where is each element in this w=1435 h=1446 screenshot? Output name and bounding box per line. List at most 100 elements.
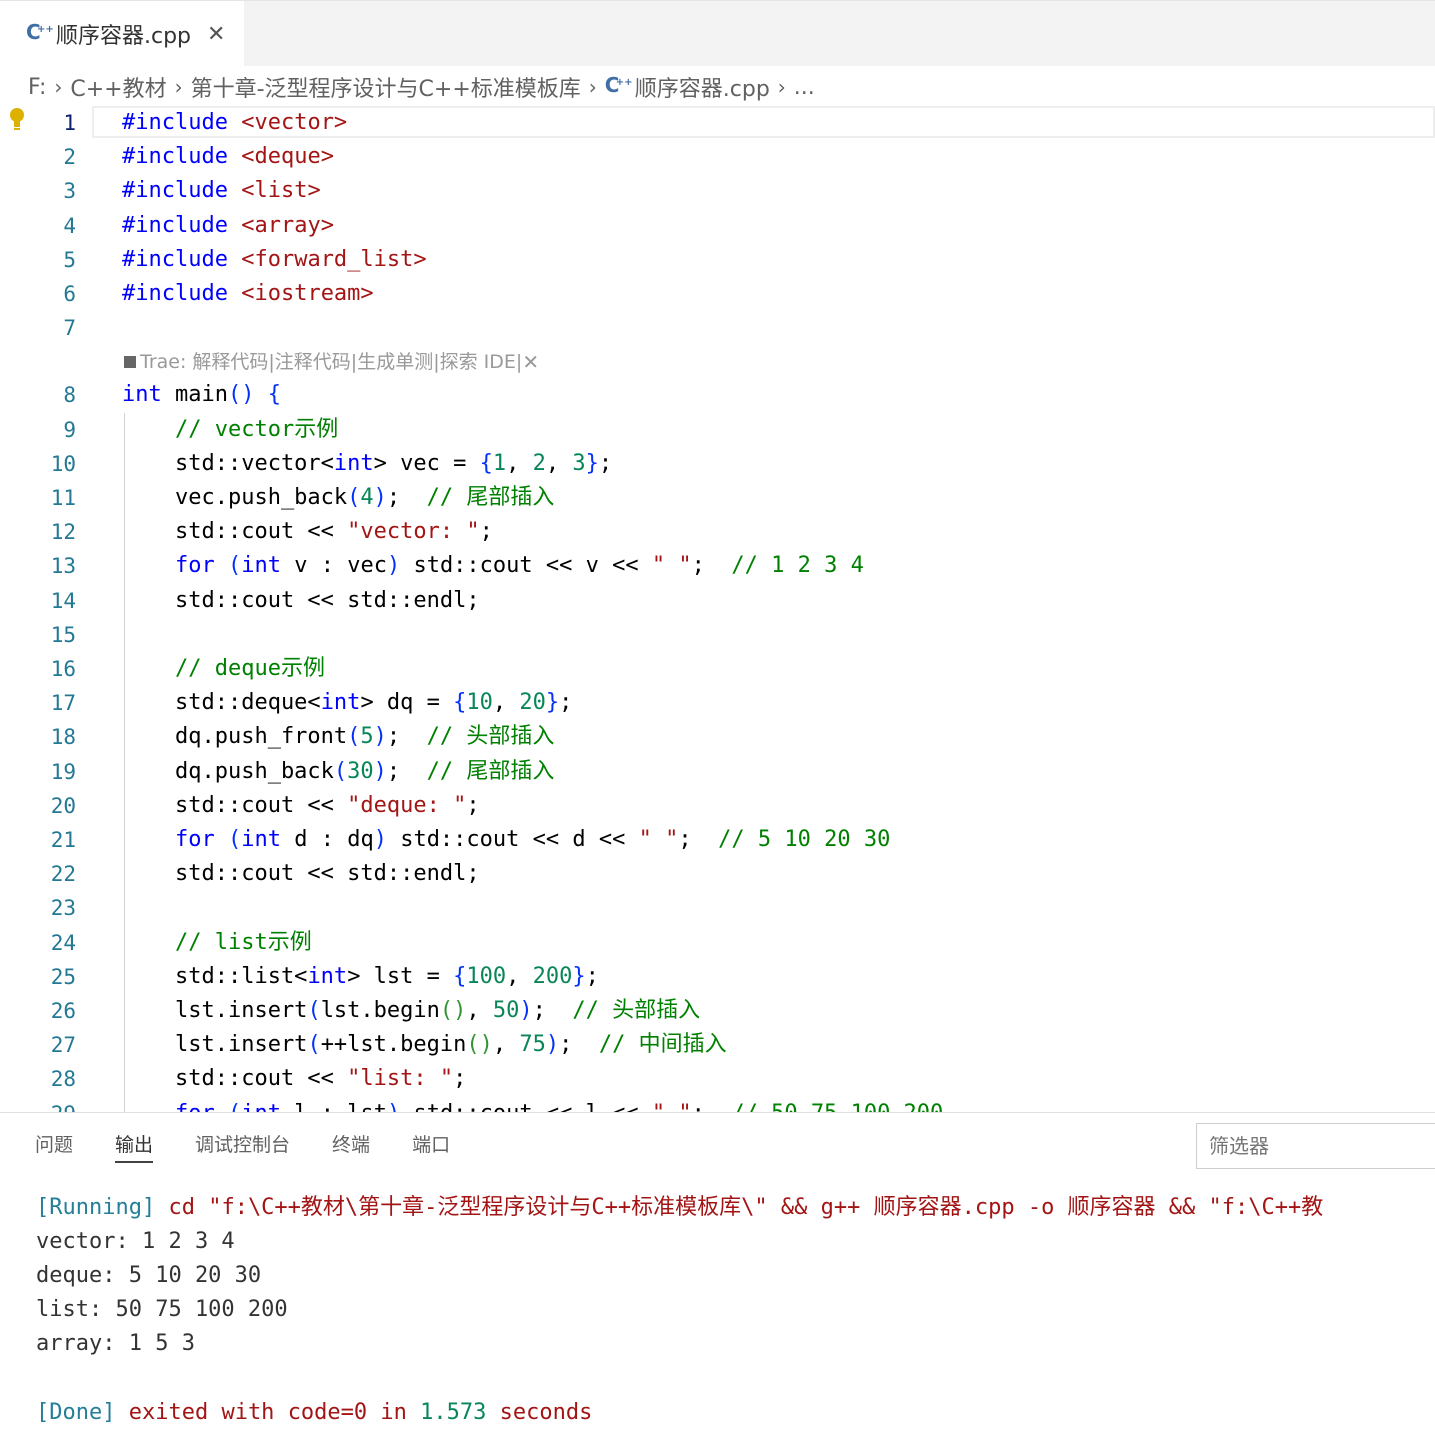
bottom-panel: 问题 输出 调试控制台 终端 端口 筛选器 [Running] cd "f:\C… [0,1112,1435,1446]
line-number: 14 [50,588,76,613]
tab-file-label: 顺序容器.cpp [56,24,192,49]
code-line[interactable]: 20 std::cout << "deque: "; [0,789,1435,823]
code-line[interactable]: 22 std::cout << std::endl; [0,857,1435,891]
done-code: code=0 [287,1400,368,1425]
code-line[interactable]: 16 // deque示例 [0,652,1435,686]
codelens-action[interactable]: 解释代码 [192,347,268,377]
line-number: 5 [63,247,76,272]
code-line[interactable]: 13 for (int v : vec) std::cout << v << "… [0,549,1435,583]
breadcrumb-subfolder[interactable]: 第十章-泛型程序设计与C++标准模板库 [191,71,581,103]
filter-input[interactable]: 筛选器 [1196,1123,1435,1169]
output-line: deque: 5 10 20 30 [36,1263,262,1288]
line-number: 23 [50,896,76,921]
output-done-line: [Done] exited with code=0 in 1.573 secon… [36,1396,592,1430]
done-tag: [Done] [36,1400,116,1425]
code-text: std::cout << "deque: "; [122,792,480,818]
line-number: 4 [63,213,76,238]
code-line[interactable]: 2 #include <deque> [0,140,1435,174]
done-in: in [380,1400,407,1425]
panel-tabs: 问题 输出 调试控制台 终端 端口 [35,1113,492,1177]
code-line[interactable]: 21 for (int d : dq) std::cout << d << " … [0,823,1435,857]
code-text: lst.insert(++lst.begin(), 75); // 中间插入 [122,1032,727,1058]
line-number: 27 [50,1033,76,1058]
code-line[interactable]: 24 // list示例 [0,926,1435,960]
chevron-right-icon: › [588,75,597,99]
line-number: 8 [63,383,76,408]
code-line[interactable]: 23 [0,891,1435,925]
code-line[interactable]: 12 std::cout << "vector: "; [0,515,1435,549]
code-line[interactable]: 27 lst.insert(++lst.begin(), 75); // 中间插… [0,1028,1435,1062]
codelens-action[interactable]: 生成单测 [357,347,433,377]
line-number: 6 [63,282,76,306]
code-line[interactable]: 28 std::cout << "list: "; [0,1062,1435,1096]
code-line[interactable]: 1 #include <vector> [0,106,1435,140]
code-text: #include <iostream> [122,281,374,306]
code-line[interactable]: 18 dq.push_front(5); // 头部插入 [0,720,1435,754]
output-line: list: 50 75 100 200 [36,1297,288,1322]
output-running-line: [Running] cd "f:\C++教材\第十章-泛型程序设计与C++标准模… [36,1191,1323,1225]
code-text: dq.push_front(5); // 头部插入 [122,724,555,750]
code-text: vec.push_back(4); // 尾部插入 [122,485,555,510]
code-text: int main() { [122,382,281,408]
codelens-prefix: Trae: [140,351,187,374]
code-line[interactable]: 6 #include <iostream> [0,277,1435,311]
tab-debug-console[interactable]: 调试控制台 [195,1113,290,1177]
code-line[interactable]: 15 [0,618,1435,652]
indent-guide [124,412,125,1112]
done-time: 1.573 [420,1400,487,1425]
running-command: cd "f:\C++教材\第十章-泛型程序设计与C++标准模板库\" && g+… [168,1195,1324,1220]
line-number: 15 [50,622,76,647]
code-text: // vector示例 [174,416,339,442]
code-text: std::cout << "vector: "; [122,519,493,545]
codelens-action[interactable]: 探索 IDE [440,347,516,377]
code-line[interactable]: 10 std::vector<int> vec = {1, 2, 3}; [0,447,1435,481]
code-line[interactable]: 29 for (int l : lst) std::cout << l << "… [0,1097,1435,1112]
code-line[interactable]: 5 #include <forward_list> [0,243,1435,277]
breadcrumb-symbols[interactable]: ... [794,75,815,100]
code-text: std::deque<int> dq = {10, 20}; [122,690,573,716]
line-number: 12 [50,520,76,545]
codelens-action[interactable]: 注释代码 [275,347,351,377]
code-line[interactable]: 17 std::deque<int> dq = {10, 20}; [0,686,1435,720]
close-icon[interactable]: ✕ [207,22,225,47]
breadcrumb-folder[interactable]: C++教材 [70,71,166,103]
chevron-right-icon: › [54,75,63,99]
code-line[interactable]: 25 std::list<int> lst = {100, 200}; [0,960,1435,994]
line-number: 28 [50,1067,76,1092]
code-line[interactable]: 11 vec.push_back(4); // 尾部插入 [0,481,1435,515]
tab-ports[interactable]: 端口 [412,1113,450,1177]
code-line[interactable]: 4 #include <array> [0,209,1435,243]
code-text: for (int v : vec) std::cout << v << " ";… [174,553,864,579]
line-number: 22 [50,862,76,887]
line-number: 26 [50,999,76,1023]
code-text: std::cout << std::endl; [122,861,480,887]
editor-tab-bar: C ++ 顺序容器.cpp ✕ [0,0,1435,67]
breadcrumb-file[interactable]: 顺序容器.cpp [635,71,770,103]
line-number: 2 [63,145,76,170]
tab-file[interactable]: C ++ 顺序容器.cpp ✕ [0,1,244,67]
tab-problems[interactable]: 问题 [35,1113,73,1177]
code-line[interactable]: 7 [0,311,1435,345]
code-text: std::cout << std::endl; [122,587,480,613]
line-number: 13 [50,554,76,579]
code-editor[interactable]: 1 #include <vector> 2 #include <deque> 3 #inc… [0,106,1435,1112]
close-icon[interactable]: ✕ [522,347,539,377]
tab-terminal[interactable]: 终端 [332,1113,370,1177]
code-line[interactable]: 3 #include <list> [0,174,1435,208]
line-number: 21 [50,828,76,852]
line-number: 25 [50,964,76,989]
tab-output[interactable]: 输出 [115,1113,154,1177]
code-line[interactable]: 26 lst.insert(lst.begin(), 50); // 头部插入 [0,994,1435,1028]
code-line[interactable]: 14 std::cout << std::endl; [0,584,1435,618]
code-line[interactable]: 9 // vector示例 [0,413,1435,447]
trae-icon [124,356,136,369]
chevron-right-icon: › [174,75,183,99]
code-line[interactable]: 19 dq.push_back(30); // 尾部插入 [0,755,1435,789]
code-line[interactable]: 8 int main() { [0,378,1435,412]
line-number: 10 [50,451,76,476]
cpp-file-icon: C ++ [26,20,54,44]
done-text: exited with [128,1400,275,1425]
code-text: for (int l : lst) std::cout << l << " ";… [122,1097,943,1112]
breadcrumb-drive[interactable]: F: [28,75,46,100]
line-number: 9 [63,417,76,442]
